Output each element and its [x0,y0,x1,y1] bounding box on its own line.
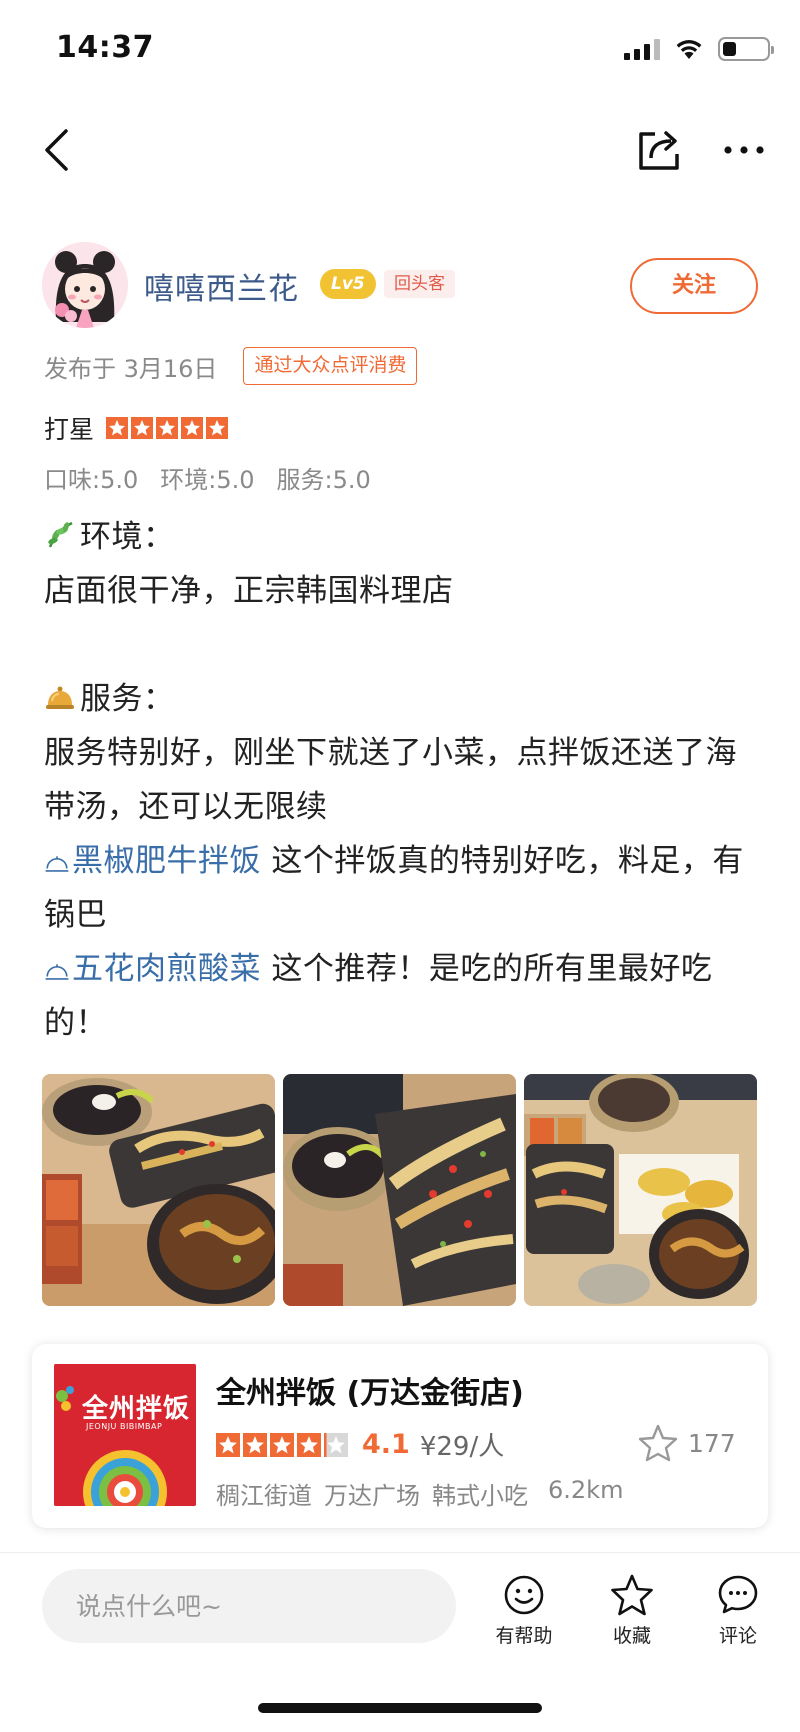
shop-stars [216,1432,348,1457]
helpful-label: 有帮助 [495,1625,553,1647]
smile-icon [504,1575,544,1615]
returning-customer-badge: 回头客 [384,270,455,298]
shop-logo-text: 全州拌饭 [82,1394,191,1424]
sub-scores: 口味:5.0 环境:5.0 服务:5.0 [44,460,371,495]
shop-star-icon [216,1432,240,1457]
helpful-button[interactable]: 有帮助 [484,1573,564,1648]
shop-star-icon [243,1432,267,1457]
comment-button[interactable]: 评论 [698,1573,778,1648]
env-heading-line: 环境： [44,510,760,564]
dish-1-name[interactable]: 黑椒肥牛拌饭 [72,843,261,879]
shop-name[interactable]: 全州拌饭 (万达金街店) [216,1368,524,1412]
shop-logo: 全州拌饭 JEONJU BIBIMBAP [54,1364,196,1506]
battery-icon [718,37,774,61]
meta-row: 发布于 3月16日 通过大众点评消费 [44,346,418,386]
shop-distance: 6.2km [548,1476,624,1504]
status-time: 14:37 [56,30,154,65]
collect-label: 收藏 [612,1625,651,1647]
wifi-icon [676,40,702,59]
shop-collect-count: 177 [688,1428,736,1458]
star-outline-icon [638,1424,678,1462]
follow-button[interactable]: 关注 [630,258,758,314]
star-outline-icon [611,1574,653,1616]
rating-star-icon [156,417,179,439]
home-indicator[interactable] [258,1703,542,1713]
shop-mall: 万达广场 [324,1482,420,1510]
status-bar: 14:37 [0,0,800,96]
shop-star-icon [297,1432,321,1457]
nav-bar [0,100,800,200]
environment-score: 环境:5.0 [160,466,255,494]
service-bell-icon [46,686,74,709]
share-icon [639,131,679,170]
service-heading: 服务： [80,681,175,717]
shop-avg-price: ¥29/人 [419,1432,505,1462]
username[interactable]: 嘻嘻西兰花 [144,264,299,308]
dish-link-1[interactable]: 黑椒肥牛拌饭 [44,843,261,879]
verified-consumption-tag: 通过大众点评消费 [243,347,418,385]
review-photo-1[interactable] [42,1074,275,1306]
rating-stars [106,417,229,439]
dish-tag-icon [45,964,69,980]
shop-star-icon [324,1432,348,1457]
shop-card[interactable]: 全州拌饭 JEONJU BIBIMBAP 全州拌饭 (万达金街店) 4.1 ¥2… [32,1344,768,1528]
service-heading-line: 服务： [44,672,760,726]
rating-row: 打星 [44,408,229,448]
cellular-signal-icon [624,38,660,60]
photo-grid [42,1074,758,1306]
rating-star-icon [181,417,204,439]
more-dots-icon [724,146,764,154]
avatar-illustration-icon [42,242,128,328]
back-button[interactable] [36,122,76,178]
taste-score: 口味:5.0 [44,466,139,494]
shop-score: 4.1 [362,1429,410,1460]
shop-star-icon [270,1432,294,1457]
comment-label: 评论 [718,1625,757,1647]
shop-category: 韩式小吃 [432,1482,528,1510]
comment-input[interactable] [42,1569,456,1643]
publish-date: 发布于 3月16日 [44,354,218,383]
env-heading: 环境： [80,519,175,555]
rating-star-icon [131,417,154,439]
env-text: 店面很干净，正宗韩国料理店 [44,573,454,609]
status-icons [624,34,774,64]
avatar[interactable] [42,242,128,328]
rating-label: 打星 [44,415,95,444]
rating-star-icon [106,417,129,439]
level-badge: Lv5 [320,269,376,299]
collect-button[interactable]: 收藏 [592,1573,672,1648]
dish-tag-icon [45,856,69,872]
shop-rating-row: 4.1 ¥29/人 [216,1426,504,1463]
review-content: 环境： 店面很干净，正宗韩国料理店 服务： 服务特别好，刚坐下就送了小菜，点拌饭… [44,510,760,1050]
dish-2-line: 五花肉煎酸菜 这个推荐！是吃的所有里最好吃的！ [44,942,760,1050]
service-score: 服务:5.0 [276,466,371,494]
shop-logo-subtext: JEONJU BIBIMBAP [86,1422,163,1431]
shop-collect-button[interactable]: 177 [638,1424,736,1462]
dish-2-name[interactable]: 五花肉煎酸菜 [72,951,261,987]
dish-1-line: 黑椒肥牛拌饭 这个拌饭真的特别好吃，料足，有锅巴 [44,834,760,942]
shop-tags: 稠江街道 万达广场 韩式小吃 6.2km [216,1476,623,1511]
shop-area: 稠江街道 [216,1482,312,1510]
comment-bubble-icon [718,1575,758,1614]
review-photo-2[interactable] [283,1074,516,1306]
review-photo-3[interactable] [524,1074,757,1306]
share-button[interactable] [634,122,684,178]
chevron-left-icon [45,129,68,171]
herb-leaf-icon [48,521,73,548]
author-row: 嘻嘻西兰花 Lv5 回头客 关注 [40,240,760,330]
more-button[interactable] [716,122,772,178]
service-text: 服务特别好，刚坐下就送了小菜，点拌饭还送了海带汤，还可以无限续 [44,735,737,825]
dish-link-2[interactable]: 五花肉煎酸菜 [44,951,261,987]
rating-star-icon [206,417,229,439]
